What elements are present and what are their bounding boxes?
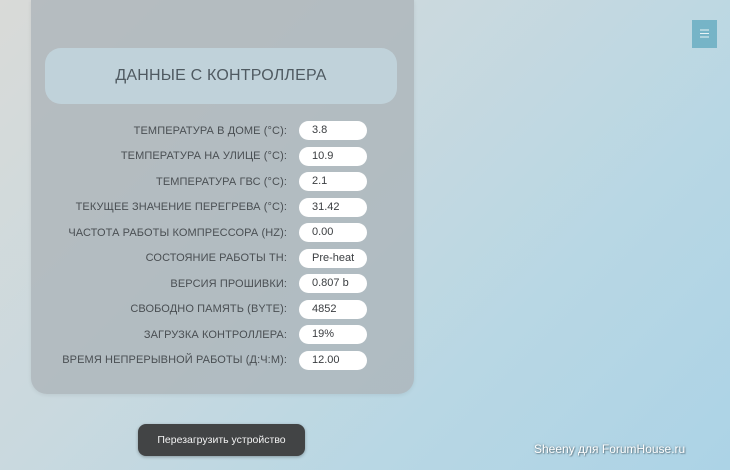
row-label: СОСТОЯНИЕ РАБОТЫ ТН: — [145, 252, 287, 265]
row-value: 0.807 b — [299, 274, 367, 294]
row-value: 2.1 — [299, 172, 367, 192]
row-label: ТЕМПЕРАТУРА ГВС (°C): — [156, 175, 287, 188]
data-rows: ТЕМПЕРАТУРА В ДОМЕ (°C): 3.8 ТЕМПЕРАТУРА… — [31, 118, 414, 373]
row-value: 31.42 — [299, 197, 367, 217]
data-row-uptime: ВРЕМЯ НЕПРЕРЫВНОЙ РАБОТЫ (Д:Ч:М): 12.00 — [31, 348, 414, 374]
data-row-hot-water-temperature: ТЕМПЕРАТУРА ГВС (°C): 2.1 — [31, 169, 414, 195]
row-value: Pre-heat — [299, 248, 367, 268]
data-row-controller-load: ЗАГРУЗКА КОНТРОЛЛЕРА: 19% — [31, 322, 414, 348]
data-row-firmware-version: ВЕРСИЯ ПРОШИВКИ: 0.807 b — [31, 271, 414, 297]
row-value: 3.8 — [299, 121, 367, 141]
data-row-compressor-frequency: ЧАСТОТА РАБОТЫ КОМПРЕССОРА (HZ): 0.00 — [31, 220, 414, 246]
watermark: Sheeny для ForumHouse.ru — [534, 442, 686, 456]
row-value: 4852 — [299, 299, 367, 319]
row-label: ТЕМПЕРАТУРА НА УЛИЦЕ (°C): — [120, 150, 287, 163]
row-label: ТЕКУЩЕЕ ЗНАЧЕНИЕ ПЕРЕГРЕВА (°C): — [75, 201, 287, 214]
data-row-heat-pump-state: СОСТОЯНИЕ РАБОТЫ ТН: Pre-heat — [31, 246, 414, 272]
menu-button[interactable] — [692, 20, 717, 48]
row-label: ТЕМПЕРАТУРА В ДОМЕ (°C): — [133, 124, 287, 137]
row-value: 19% — [299, 325, 367, 345]
data-row-house-temperature: ТЕМПЕРАТУРА В ДОМЕ (°C): 3.8 — [31, 118, 414, 144]
panel-title: ДАННЫЕ С КОНТРОЛЛЕРА — [45, 48, 397, 104]
row-label: ЗАГРУЗКА КОНТРОЛЛЕРА: — [143, 328, 287, 341]
controller-data-panel: ДАННЫЕ С КОНТРОЛЛЕРА ТЕМПЕРАТУРА В ДОМЕ … — [31, 0, 414, 394]
row-label: СВОБОДНО ПАМЯТЬ (BYTE): — [130, 303, 287, 316]
data-row-superheat: ТЕКУЩЕЕ ЗНАЧЕНИЕ ПЕРЕГРЕВА (°C): 31.42 — [31, 195, 414, 221]
row-label: ВЕРСИЯ ПРОШИВКИ: — [170, 277, 287, 290]
data-row-free-memory: СВОБОДНО ПАМЯТЬ (BYTE): 4852 — [31, 297, 414, 323]
row-value: 10.9 — [299, 146, 367, 166]
row-label: ВРЕМЯ НЕПРЕРЫВНОЙ РАБОТЫ (Д:Ч:М): — [62, 354, 287, 367]
row-value: 0.00 — [299, 223, 367, 243]
row-value: 12.00 — [299, 350, 367, 370]
data-row-outdoor-temperature: ТЕМПЕРАТУРА НА УЛИЦЕ (°C): 10.9 — [31, 144, 414, 170]
hamburger-menu-icon — [700, 25, 709, 43]
reboot-device-button[interactable]: Перезагрузить устройство — [138, 424, 305, 456]
row-label: ЧАСТОТА РАБОТЫ КОМПРЕССОРА (HZ): — [68, 226, 287, 239]
